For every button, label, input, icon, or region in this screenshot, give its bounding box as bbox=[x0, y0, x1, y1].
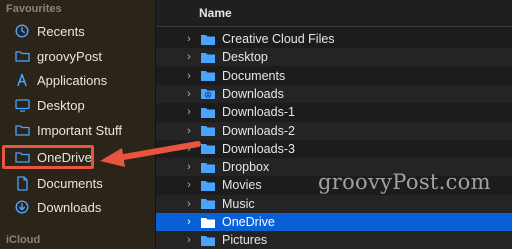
row-label: Music bbox=[222, 196, 255, 211]
document-icon bbox=[14, 175, 30, 191]
onedrive-highlight-box bbox=[2, 145, 94, 169]
row-label: Movies bbox=[222, 178, 262, 193]
favourites-section-label: Favourites bbox=[6, 3, 62, 15]
folder-icon bbox=[200, 33, 216, 46]
chevron-right-icon[interactable]: › bbox=[182, 33, 196, 45]
sidebar-item-desktop[interactable]: Desktop bbox=[14, 94, 149, 116]
downloads-folder-icon bbox=[200, 87, 216, 100]
chevron-right-icon[interactable]: › bbox=[182, 70, 196, 82]
row-label: Downloads-2 bbox=[222, 123, 295, 138]
table-row[interactable]: › Desktop bbox=[156, 48, 512, 67]
sidebar-item-label: Applications bbox=[37, 72, 108, 88]
applications-icon bbox=[14, 72, 30, 88]
sidebar-item-label: Recents bbox=[37, 23, 85, 39]
folder-icon bbox=[200, 216, 216, 229]
table-row[interactable]: › Downloads-3 bbox=[156, 140, 512, 158]
table-row[interactable]: › Downloads-2 bbox=[156, 121, 512, 140]
download-icon bbox=[14, 199, 30, 215]
folder-icon bbox=[200, 69, 216, 82]
folder-icon bbox=[200, 161, 216, 174]
folder-icon bbox=[200, 51, 216, 64]
row-label: Creative Cloud Files bbox=[222, 32, 335, 46]
chevron-right-icon[interactable]: › bbox=[182, 51, 196, 63]
table-row[interactable]: › Creative Cloud Files bbox=[156, 30, 512, 48]
row-label: Downloads-3 bbox=[222, 141, 295, 156]
sidebar-item-recents[interactable]: Recents bbox=[14, 20, 149, 42]
icloud-section-label: iCloud bbox=[6, 234, 41, 246]
name-column-header[interactable]: Name bbox=[156, 0, 512, 27]
table-row[interactable]: › Downloads-1 bbox=[156, 103, 512, 121]
sidebar-item-downloads[interactable]: Downloads bbox=[14, 196, 149, 218]
table-row[interactable]: › Documents bbox=[156, 67, 512, 85]
chevron-right-icon[interactable]: › bbox=[182, 216, 196, 228]
file-list: Name › Creative Cloud Files › Desktop › Docum… bbox=[156, 0, 512, 249]
sidebar-item-applications[interactable]: Applications bbox=[14, 69, 149, 91]
table-row[interactable]: › Pictures bbox=[156, 231, 512, 249]
table-row[interactable]: › Music bbox=[156, 194, 512, 213]
chevron-right-icon[interactable]: › bbox=[182, 179, 196, 191]
chevron-right-icon[interactable]: › bbox=[182, 88, 196, 100]
sidebar-item-label: Documents bbox=[37, 175, 103, 191]
sidebar: Favourites Recents groovyPost Applicatio… bbox=[0, 0, 156, 249]
red-arrow-icon bbox=[100, 141, 201, 167]
folder-icon bbox=[200, 179, 216, 192]
folder-icon bbox=[200, 234, 216, 247]
sidebar-item-label: groovyPost bbox=[37, 48, 103, 64]
folder-icon bbox=[200, 106, 216, 119]
desktop-icon bbox=[14, 97, 30, 113]
row-label: OneDrive bbox=[222, 215, 275, 229]
folder-icon bbox=[14, 122, 30, 138]
row-label: Downloads bbox=[222, 86, 284, 101]
row-label: Downloads-1 bbox=[222, 105, 295, 120]
row-label: Pictures bbox=[222, 233, 268, 248]
chevron-right-icon[interactable]: › bbox=[182, 234, 196, 246]
row-label: Documents bbox=[222, 68, 286, 83]
sidebar-item-groovypost[interactable]: groovyPost bbox=[14, 45, 149, 67]
sidebar-item-label: Downloads bbox=[37, 199, 102, 215]
column-name-label: Name bbox=[199, 6, 232, 20]
clock-icon bbox=[14, 23, 30, 39]
folder-icon bbox=[200, 197, 216, 210]
chevron-right-icon[interactable]: › bbox=[182, 106, 196, 118]
table-row[interactable]: › Downloads bbox=[156, 84, 512, 103]
sidebar-item-documents[interactable]: Documents bbox=[14, 172, 149, 194]
folder-icon bbox=[200, 142, 216, 155]
sidebar-item-label: Desktop bbox=[37, 97, 85, 113]
row-label: Dropbox bbox=[222, 160, 270, 175]
table-row[interactable]: › OneDrive bbox=[156, 213, 512, 231]
folder-icon bbox=[200, 124, 216, 137]
chevron-right-icon[interactable]: › bbox=[182, 198, 196, 210]
watermark: groovyPost.com bbox=[318, 170, 491, 194]
row-label: Desktop bbox=[222, 50, 268, 65]
folder-icon bbox=[14, 48, 30, 64]
